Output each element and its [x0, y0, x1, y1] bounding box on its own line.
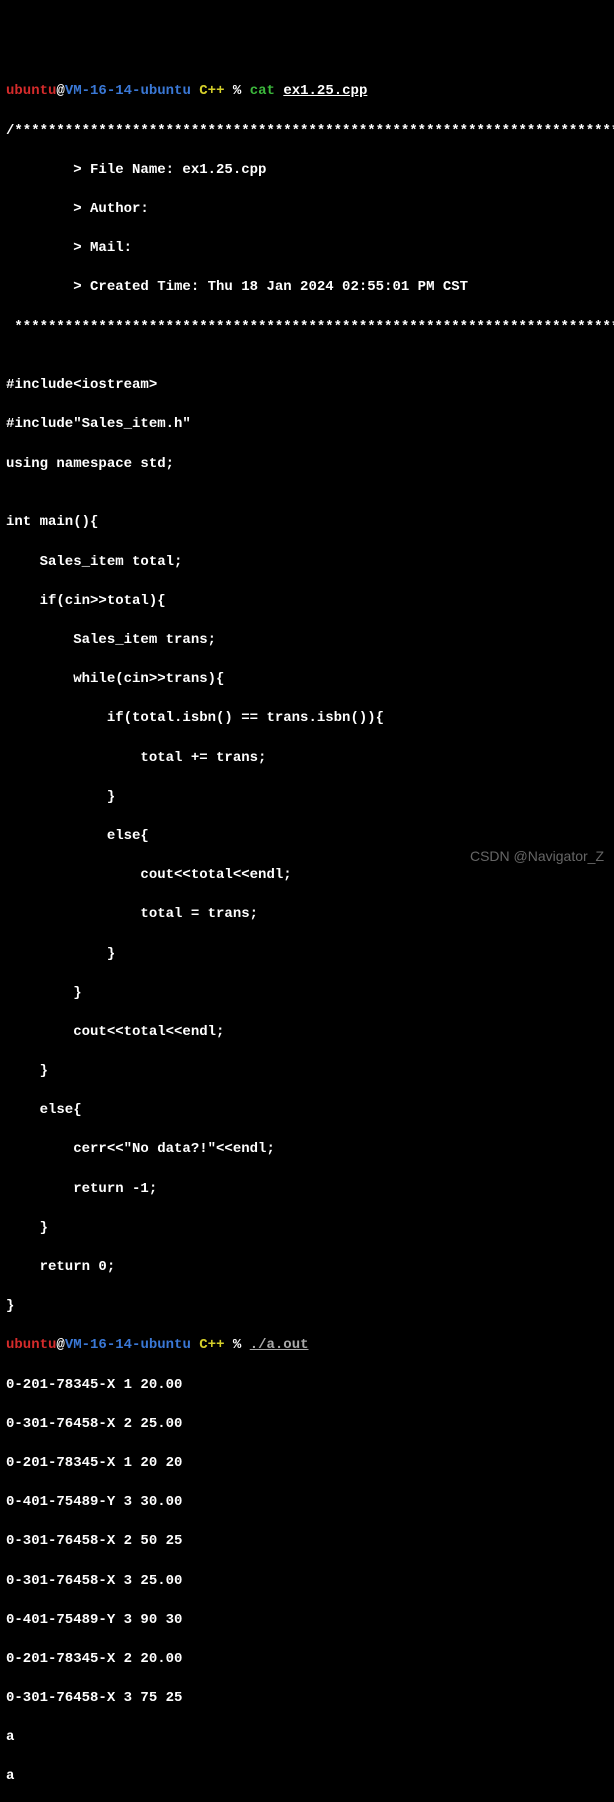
- prompt-host: VM-16-14-ubuntu: [65, 83, 191, 99]
- cmd-cat: cat: [250, 83, 275, 99]
- prompt-user: ubuntu: [6, 1337, 56, 1353]
- code-line: /***************************************…: [6, 122, 608, 142]
- prompt-at: @: [56, 83, 64, 99]
- code-line: }: [6, 788, 608, 808]
- code-line: total = trans;: [6, 905, 608, 925]
- code-line: > File Name: ex1.25.cpp: [6, 161, 608, 181]
- prompt-sep: %: [224, 83, 249, 99]
- code-line: Sales_item trans;: [6, 631, 608, 651]
- code-line: }: [6, 1062, 608, 1082]
- prompt-dir: C++: [199, 83, 224, 99]
- code-line: Sales_item total;: [6, 553, 608, 573]
- code-line: else{: [6, 1101, 608, 1121]
- code-line: while(cin>>trans){: [6, 670, 608, 690]
- cmd-run: ./a.out: [250, 1337, 309, 1353]
- prompt-sep: %: [224, 1337, 249, 1353]
- io-line: 0-201-78345-X 1 20 20: [6, 1454, 608, 1474]
- code-line: int main(){: [6, 513, 608, 533]
- cmd-arg: ex1.25.cpp: [283, 83, 367, 99]
- code-line: return 0;: [6, 1258, 608, 1278]
- code-line: cout<<total<<endl;: [6, 1023, 608, 1043]
- io-line: 0-201-78345-X 1 20.00: [6, 1376, 608, 1396]
- code-line: }: [6, 984, 608, 1004]
- code-line: > Author:: [6, 200, 608, 220]
- code-line: #include"Sales_item.h": [6, 415, 608, 435]
- code-line: return -1;: [6, 1180, 608, 1200]
- code-line: }: [6, 1297, 608, 1317]
- code-line: #include<iostream>: [6, 376, 608, 396]
- io-line: 0-401-75489-Y 3 90 30: [6, 1611, 608, 1631]
- watermark: CSDN @Navigator_Z: [470, 847, 604, 867]
- code-line: else{: [6, 827, 608, 847]
- prompt-user: ubuntu: [6, 83, 56, 99]
- prompt-host: VM-16-14-ubuntu: [65, 1337, 191, 1353]
- code-line: > Created Time: Thu 18 Jan 2024 02:55:01…: [6, 278, 608, 298]
- io-line: 0-301-76458-X 2 25.00: [6, 1415, 608, 1435]
- io-line: 0-301-76458-X 3 75 25: [6, 1689, 608, 1709]
- prompt-line-1[interactable]: ubuntu@VM-16-14-ubuntu C++ % cat ex1.25.…: [6, 82, 608, 102]
- prompt-dir: C++: [199, 1337, 224, 1353]
- io-line: 0-301-76458-X 2 50 25: [6, 1532, 608, 1552]
- code-line: }: [6, 1219, 608, 1239]
- code-line: ****************************************…: [6, 318, 608, 338]
- code-line: > Mail:: [6, 239, 608, 259]
- io-line: a: [6, 1767, 608, 1787]
- io-line: 0-201-78345-X 2 20.00: [6, 1650, 608, 1670]
- io-line: a: [6, 1728, 608, 1748]
- code-line: }: [6, 945, 608, 965]
- io-line: 0-301-76458-X 3 25.00: [6, 1572, 608, 1592]
- prompt-at: @: [56, 1337, 64, 1353]
- code-line: cerr<<"No data?!"<<endl;: [6, 1140, 608, 1160]
- code-line: if(total.isbn() == trans.isbn()){: [6, 709, 608, 729]
- code-line: total += trans;: [6, 749, 608, 769]
- prompt-line-2[interactable]: ubuntu@VM-16-14-ubuntu C++ % ./a.out: [6, 1336, 608, 1356]
- code-line: cout<<total<<endl;: [6, 866, 608, 886]
- code-line: using namespace std;: [6, 455, 608, 475]
- io-line: 0-401-75489-Y 3 30.00: [6, 1493, 608, 1513]
- code-line: if(cin>>total){: [6, 592, 608, 612]
